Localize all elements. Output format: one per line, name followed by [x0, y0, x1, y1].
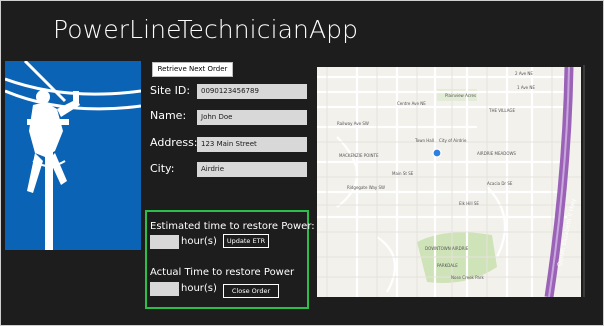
map-label-village: THE VILLAGE [488, 108, 515, 113]
map-label-nose-creek: Nose Creek Park [451, 275, 484, 280]
map-label-airdrie-meadows: AIRDRIE MEADOWS [477, 151, 516, 156]
city-field[interactable]: Airdrie [197, 162, 307, 177]
map-label-city-of-airdrie: City of Airdrie [439, 138, 467, 143]
address-field[interactable]: 123 Main Street [197, 137, 307, 152]
estimated-hours-input[interactable] [150, 235, 179, 249]
map-scrollbar[interactable] [583, 65, 585, 297]
name-label: Name: [150, 109, 187, 122]
actual-time-label: Actual Time to restore Power [150, 267, 295, 278]
map-label-mackenzie: MACKENZIE POINTE [339, 153, 379, 158]
map-label-1-ave: 1 Ave NE [517, 85, 535, 90]
map-label-acacia: Acacia Dr SE [487, 181, 513, 186]
app-window: PowerLineTechnicianApp Retrieve Next Ord… [0, 0, 604, 326]
restore-panel: Estimated time to restore Power: hour(s)… [145, 210, 315, 309]
map-label-centre-ave: Centre Ave NE [397, 101, 426, 106]
site-id-field[interactable]: 0090123456789 [197, 84, 307, 99]
actual-hours-input[interactable] [150, 282, 179, 296]
close-order-button[interactable]: Close Order [223, 284, 279, 298]
name-field[interactable]: John Doe [197, 110, 307, 125]
lineman-on-pole-icon [5, 61, 141, 250]
update-etr-button[interactable]: Update ETR [223, 234, 269, 248]
map-label-plainview: Plainview Acres [445, 93, 476, 98]
retrieve-next-order-button[interactable]: Retrieve Next Order [152, 62, 233, 77]
city-label: City: [150, 162, 175, 175]
map-label-main-st: Main St SE [392, 171, 414, 176]
site-id-label: Site ID: [150, 84, 191, 97]
location-dot-icon[interactable] [432, 148, 442, 158]
address-label: Address: [150, 136, 198, 149]
map-label-elk-hill: Elk Hill SE [459, 201, 479, 206]
map-label-parkdale: PARKDALE [437, 263, 458, 268]
map-label-town-hall: Town Hall [414, 138, 434, 143]
actual-hours-units: hour(s) [181, 283, 217, 294]
map-view[interactable]: 2 Ave NE 1 Ave NE Centre Ave NE Railway … [317, 67, 581, 297]
map-label-railway: Railway Ave SW [337, 121, 369, 126]
estimated-hours-units: hour(s) [181, 236, 217, 247]
map-label-2-ave: 2 Ave NE [515, 71, 533, 76]
estimated-time-label: Estimated time to restore Power: [150, 221, 315, 232]
map-label-downtown: DOWNTOWN AIRDRIE [425, 246, 469, 251]
app-title: PowerLineTechnicianApp [53, 15, 359, 44]
map-label-ridgegate: Ridgegate Way SW [347, 185, 385, 190]
